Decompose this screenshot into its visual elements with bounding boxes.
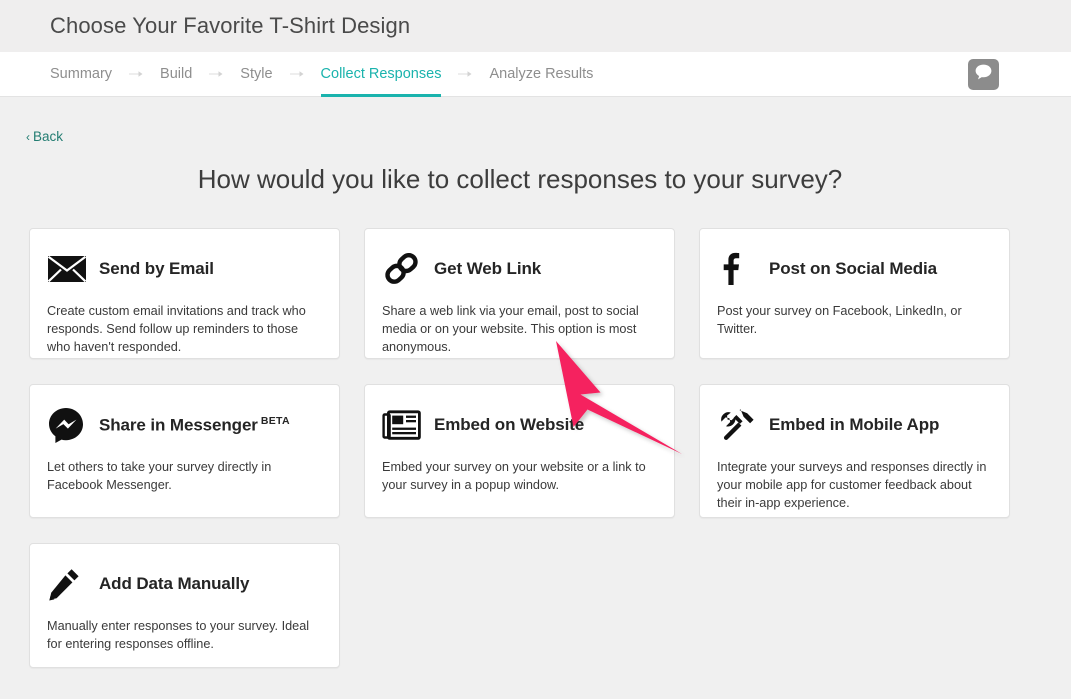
- arrow-right-icon: [273, 52, 321, 97]
- card-description: Embed your survey on your website or a l…: [382, 460, 646, 493]
- card-title: Share in Messenger BETA: [99, 415, 290, 436]
- card-description: Manually enter responses to your survey.…: [47, 619, 310, 652]
- tab-summary[interactable]: Summary: [50, 52, 112, 97]
- option-card-embed-in-mobile-app[interactable]: Embed in Mobile App Integrate your surve…: [699, 384, 1010, 518]
- card-header: Get Web Link: [382, 247, 657, 291]
- pencil-icon: [47, 566, 91, 602]
- card-header: Share in Messenger BETA: [47, 403, 322, 447]
- page-title: Choose Your Favorite T-Shirt Design: [50, 13, 411, 38]
- tab-summary-label: Summary: [50, 66, 113, 82]
- card-header: Send by Email: [47, 247, 322, 291]
- tab-collect-responses[interactable]: Collect Responses: [320, 52, 442, 97]
- card-description: Integrate your surveys and responses dir…: [717, 460, 987, 511]
- option-card-share-in-messenger[interactable]: Share in Messenger BETA Let others to tak…: [29, 384, 340, 518]
- tab-analyze-results[interactable]: Analyze Results: [489, 52, 593, 97]
- option-card-embed-on-website[interactable]: Embed on Website Embed your survey on yo…: [364, 384, 675, 518]
- survey-nav-bar: Summary Build Style Collect Responses An…: [0, 52, 1071, 97]
- card-description: Post your survey on Facebook, LinkedIn, …: [717, 304, 962, 337]
- messenger-icon: [47, 406, 91, 444]
- card-title: Embed on Website: [434, 415, 585, 434]
- arrow-right-icon: [192, 52, 240, 97]
- option-card-send-by-email[interactable]: Send by Email Create custom email invita…: [29, 228, 340, 359]
- card-description: Share a web link via your email, post to…: [382, 304, 639, 355]
- hammer-wrench-icon: [717, 407, 761, 443]
- collect-responses-heading: How would you like to collect responses …: [197, 164, 843, 194]
- card-title: Post on Social Media: [769, 259, 938, 278]
- card-header: Add Data Manually: [47, 562, 322, 606]
- option-card-post-on-social-media[interactable]: Post on Social Media Post your survey on…: [699, 228, 1010, 359]
- envelope-icon: [47, 254, 91, 284]
- card-title-text: Share in Messenger: [99, 415, 258, 435]
- card-title: Embed in Mobile App: [769, 415, 940, 434]
- tab-style-label: Style: [240, 66, 273, 82]
- title-bar: Choose Your Favorite T-Shirt Design: [0, 0, 1071, 52]
- tab-build[interactable]: Build: [160, 52, 192, 97]
- card-header: Embed in Mobile App: [717, 403, 992, 447]
- nav-steps: Summary Build Style Collect Responses An…: [50, 52, 593, 97]
- tab-analyze-results-label: Analyze Results: [489, 66, 594, 82]
- arrow-right-icon: [441, 52, 489, 97]
- card-header: Post on Social Media: [717, 247, 992, 291]
- card-header: Embed on Website: [382, 403, 657, 447]
- card-title: Send by Email: [99, 259, 214, 278]
- back-link[interactable]: ‹ Back: [26, 129, 63, 144]
- collector-options-grid: Send by Email Create custom email invita…: [29, 228, 1011, 668]
- card-description: Create custom email invitations and trac…: [47, 304, 306, 355]
- newspaper-icon: [382, 409, 426, 441]
- beta-badge: BETA: [260, 414, 290, 427]
- card-description: Let others to take your survey directly …: [47, 460, 272, 493]
- option-card-get-web-link[interactable]: Get Web Link Share a web link via your e…: [364, 228, 675, 359]
- card-title: Get Web Link: [434, 259, 542, 278]
- chain-link-icon: [382, 251, 426, 287]
- chevron-left-icon: ‹: [26, 129, 30, 144]
- facebook-f-icon: [717, 252, 761, 286]
- tab-style[interactable]: Style: [240, 52, 272, 97]
- arrow-right-icon: [112, 52, 160, 97]
- card-title: Add Data Manually: [99, 574, 250, 593]
- chat-button[interactable]: [968, 59, 999, 90]
- back-link-label: Back: [33, 129, 64, 144]
- tab-build-label: Build: [160, 66, 193, 82]
- tab-collect-responses-label: Collect Responses: [320, 66, 442, 82]
- option-card-add-data-manually[interactable]: Add Data Manually Manually enter respons…: [29, 543, 340, 668]
- speech-bubble-icon: [974, 63, 993, 86]
